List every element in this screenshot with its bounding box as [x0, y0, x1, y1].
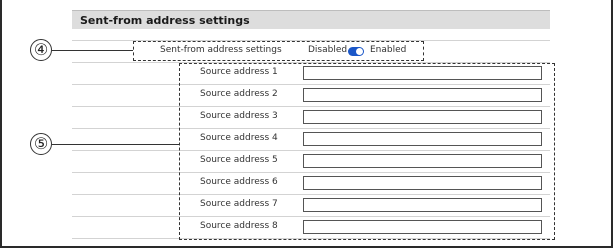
source-address-2-label: Source address 2: [200, 89, 278, 99]
source-address-1-input[interactable]: [303, 66, 542, 80]
toggle-disabled-label[interactable]: Disabled: [308, 45, 347, 55]
source-address-8-input[interactable]: [303, 220, 542, 234]
source-address-3-input[interactable]: [303, 110, 542, 124]
section-header: Sent-from address settings: [72, 10, 550, 29]
callout-line-4: [52, 50, 133, 51]
source-address-1-label: Source address 1: [200, 67, 278, 77]
source-address-2-input[interactable]: [303, 88, 542, 102]
source-address-5-label: Source address 5: [200, 155, 278, 165]
callout-line-5: [52, 144, 179, 145]
callout-number-5: ⑤: [30, 133, 52, 155]
sent-from-toggle[interactable]: [348, 47, 364, 56]
toggle-knob: [356, 48, 363, 55]
source-address-6-input[interactable]: [303, 176, 542, 190]
source-address-6-label: Source address 6: [200, 177, 278, 187]
toggle-enabled-label[interactable]: Enabled: [370, 45, 406, 55]
source-address-3-label: Source address 3: [200, 111, 278, 121]
callout-number-4: ④: [30, 39, 52, 61]
source-address-5-input[interactable]: [303, 154, 542, 168]
source-address-7-label: Source address 7: [200, 199, 278, 209]
sent-from-settings-label: Sent-from address settings: [160, 45, 282, 55]
source-address-4-label: Source address 4: [200, 133, 278, 143]
source-address-8-label: Source address 8: [200, 221, 278, 231]
source-address-7-input[interactable]: [303, 198, 542, 212]
section-title: Sent-from address settings: [80, 14, 250, 27]
source-address-4-input[interactable]: [303, 132, 542, 146]
